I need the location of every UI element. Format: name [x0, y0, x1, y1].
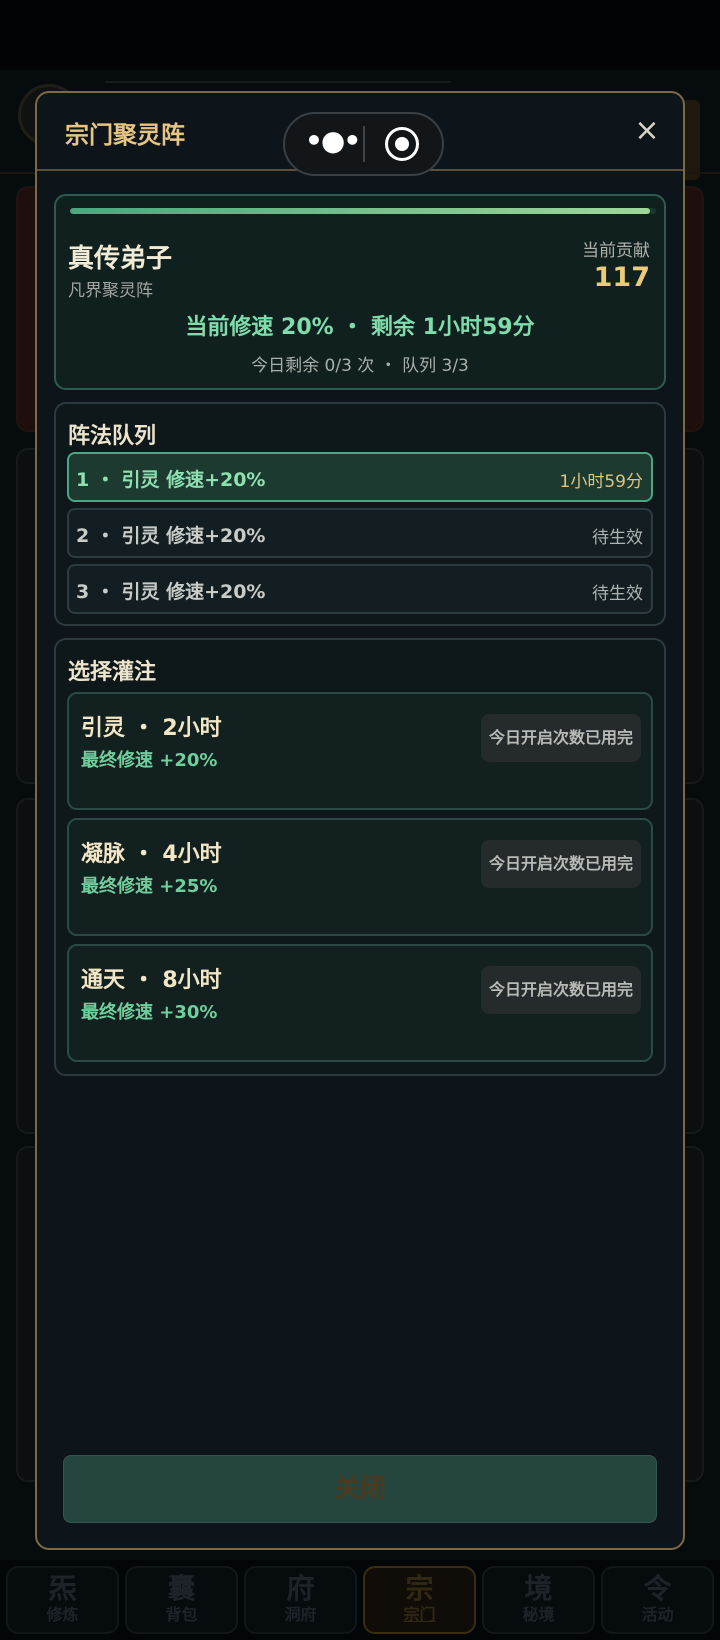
queue-row-label: 2 ・ 引灵 修速+20% — [76, 525, 266, 547]
queue-row-status: 待生效 — [592, 528, 643, 548]
infusion-option: 通天 ・ 8小时 最终修速 +30% 今日开启次数已用完 — [67, 944, 653, 1062]
queue-panel: 阵法队列 1 ・ 引灵 修速+20% 1小时59分 2 ・ 引灵 修速+20% … — [54, 402, 666, 626]
modal-title: 宗门聚灵阵 — [65, 121, 185, 149]
option-speed: 最终修速 +30% — [81, 1002, 218, 1023]
option-speed: 最终修速 +20% — [81, 750, 218, 771]
queue-row: 2 ・ 引灵 修速+20% 待生效 — [67, 508, 653, 558]
queue-title: 阵法队列 — [68, 424, 157, 449]
infusion-title: 选择灌注 — [68, 660, 157, 685]
status-panel: 真传弟子 凡界聚灵阵 当前贡献 117 当前修速 20% ・ 剩余 1小时59分… — [54, 194, 666, 390]
close-button[interactable]: 关闭 — [63, 1455, 657, 1523]
queue-row: 1 ・ 引灵 修速+20% 1小时59分 — [67, 452, 653, 502]
rank-title: 真传弟子 — [68, 244, 173, 274]
contribution-value: 117 — [593, 262, 650, 293]
spirit-array-modal: 宗门聚灵阵 × 真传弟子 凡界聚灵阵 当前贡献 117 当前修速 20% ・ 剩… — [35, 91, 685, 1550]
start-button-disabled[interactable]: 今日开启次数已用完 — [481, 714, 641, 762]
infusion-panel: 选择灌注 引灵 ・ 2小时 最终修速 +20% 今日开启次数已用完 凝脉 ・ 4… — [54, 638, 666, 1076]
queue-row-status: 1小时59分 — [559, 472, 643, 492]
exit-target-icon[interactable] — [385, 127, 419, 161]
progress-bar — [70, 208, 656, 214]
more-icon[interactable]: •●• — [305, 114, 361, 174]
queue-row-status: 待生效 — [592, 584, 643, 604]
miniprogram-capsule: •●• — [283, 112, 444, 176]
array-name: 凡界聚灵阵 — [68, 281, 153, 301]
current-speed: 当前修速 20% ・ 剩余 1小时59分 — [185, 315, 535, 340]
queue-row-label: 3 ・ 引灵 修速+20% — [76, 581, 266, 603]
infusion-option: 引灵 ・ 2小时 最终修速 +20% 今日开启次数已用完 — [67, 692, 653, 810]
start-button-disabled[interactable]: 今日开启次数已用完 — [481, 966, 641, 1014]
option-title: 引灵 ・ 2小时 — [81, 716, 222, 741]
option-title: 凝脉 ・ 4小时 — [81, 842, 222, 867]
option-speed: 最终修速 +25% — [81, 876, 218, 897]
start-button-disabled[interactable]: 今日开启次数已用完 — [481, 840, 641, 888]
queue-row-label: 1 ・ 引灵 修速+20% — [76, 469, 266, 491]
contribution-label: 当前贡献 — [582, 241, 650, 261]
infusion-option: 凝脉 ・ 4小时 最终修速 +25% 今日开启次数已用完 — [67, 818, 653, 936]
option-title: 通天 ・ 8小时 — [81, 968, 222, 993]
daily-remaining: 今日剩余 0/3 次 ・ 队列 3/3 — [251, 356, 469, 376]
capsule-divider — [363, 126, 365, 162]
queue-row: 3 ・ 引灵 修速+20% 待生效 — [67, 564, 653, 614]
close-icon[interactable]: × — [627, 111, 667, 151]
progress-fill — [70, 208, 651, 214]
